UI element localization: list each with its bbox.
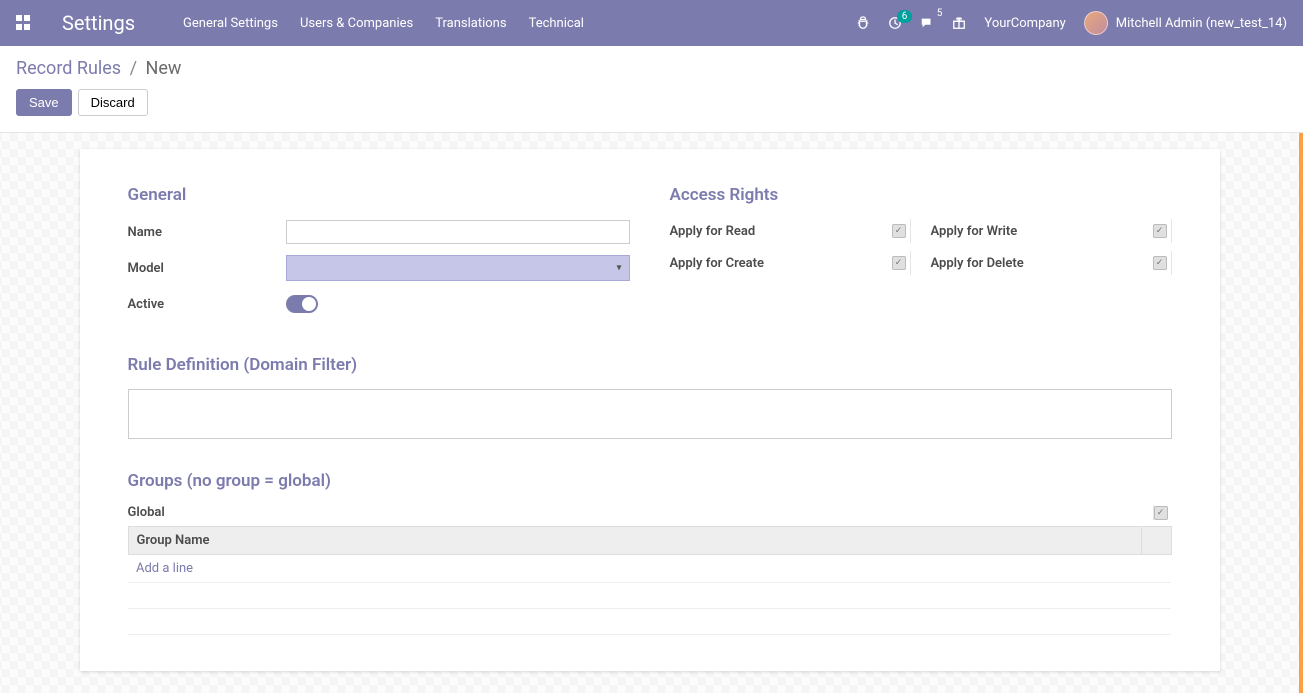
- domain-textarea[interactable]: [128, 389, 1172, 439]
- nav-translations[interactable]: Translations: [435, 16, 506, 31]
- form-sheet: General Name Model Active: [80, 149, 1220, 671]
- form-background: General Name Model Active: [0, 133, 1303, 693]
- add-line-link[interactable]: Add a line: [136, 561, 193, 576]
- apply-create-checkbox[interactable]: ✓: [892, 256, 906, 270]
- global-checkbox[interactable]: ✓: [1154, 506, 1168, 520]
- nav-users-companies[interactable]: Users & Companies: [300, 16, 413, 31]
- breadcrumb-parent[interactable]: Record Rules: [16, 58, 121, 79]
- messages-badge: 5: [937, 8, 943, 19]
- nav-technical[interactable]: Technical: [529, 16, 584, 31]
- model-select[interactable]: [286, 255, 630, 281]
- apply-write-checkbox[interactable]: ✓: [1153, 224, 1167, 238]
- company-selector[interactable]: YourCompany: [984, 16, 1065, 31]
- username-label: Mitchell Admin (new_test_14): [1116, 16, 1287, 31]
- section-groups-title: Groups (no group = global): [128, 471, 1172, 491]
- apply-create-label: Apply for Create: [670, 256, 765, 271]
- messages-icon[interactable]: 5: [920, 16, 934, 30]
- active-label: Active: [128, 297, 286, 312]
- section-general-title: General: [128, 185, 630, 205]
- nav-general-settings[interactable]: General Settings: [183, 16, 278, 31]
- control-panel: Record Rules / New Save Discard: [0, 46, 1303, 133]
- groups-table: Group Name Add a line: [128, 526, 1172, 635]
- bug-icon[interactable]: [856, 16, 870, 30]
- section-rule-def-title: Rule Definition (Domain Filter): [128, 355, 1172, 375]
- app-brand[interactable]: Settings: [62, 11, 135, 35]
- discard-button[interactable]: Discard: [78, 89, 148, 116]
- breadcrumb: Record Rules / New: [16, 58, 1287, 79]
- apply-delete-checkbox[interactable]: ✓: [1153, 256, 1167, 270]
- user-menu[interactable]: Mitchell Admin (new_test_14): [1084, 11, 1287, 35]
- section-access-title: Access Rights: [670, 185, 1172, 205]
- table-row: [128, 583, 1171, 609]
- save-button[interactable]: Save: [16, 89, 72, 116]
- apply-delete-label: Apply for Delete: [931, 256, 1024, 271]
- groups-col-name: Group Name: [128, 527, 1141, 555]
- name-input[interactable]: [286, 220, 630, 244]
- groups-col-actions: [1141, 527, 1171, 555]
- avatar: [1084, 11, 1108, 35]
- activities-icon[interactable]: 6: [888, 16, 902, 30]
- main-navbar: Settings General Settings Users & Compan…: [0, 0, 1303, 46]
- table-footer-row: [128, 609, 1171, 635]
- breadcrumb-current: New: [145, 58, 181, 79]
- apps-icon[interactable]: [16, 15, 32, 31]
- name-label: Name: [128, 225, 286, 240]
- model-label: Model: [128, 261, 286, 276]
- gift-icon[interactable]: [952, 16, 966, 30]
- apply-write-label: Apply for Write: [931, 224, 1018, 239]
- activities-badge: 6: [897, 10, 913, 23]
- global-label: Global: [128, 505, 1154, 520]
- breadcrumb-sep: /: [130, 58, 137, 79]
- apply-read-label: Apply for Read: [670, 224, 756, 239]
- apply-read-checkbox[interactable]: ✓: [892, 224, 906, 238]
- active-toggle[interactable]: [286, 295, 318, 313]
